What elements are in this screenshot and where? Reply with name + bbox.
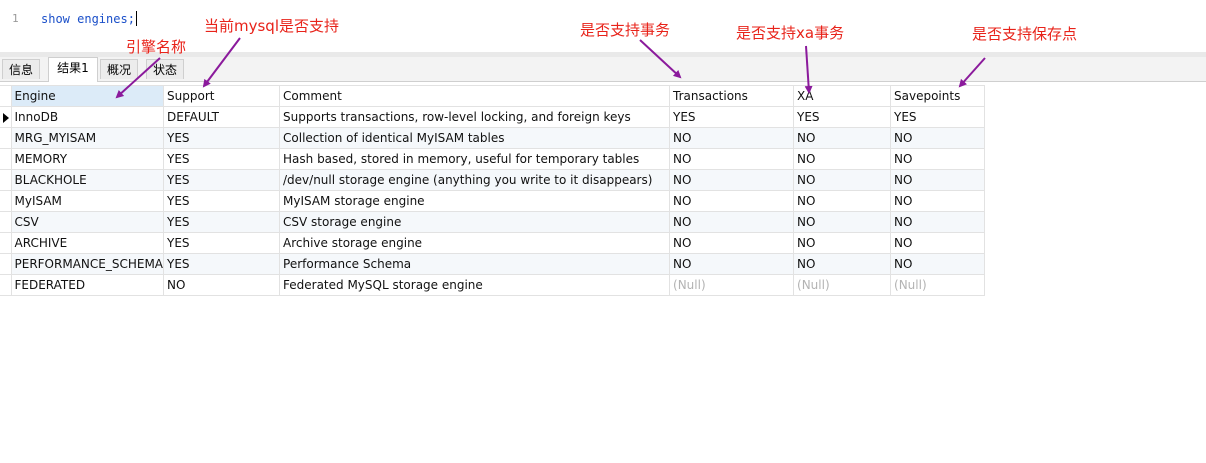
- cell-transactions[interactable]: (Null): [669, 274, 795, 296]
- cell-support[interactable]: YES: [163, 211, 281, 233]
- cell-engine[interactable]: CSV: [10, 211, 165, 233]
- tab-info[interactable]: 信息: [2, 59, 40, 79]
- cell-support[interactable]: YES: [163, 232, 281, 254]
- cell-engine[interactable]: MyISAM: [10, 190, 165, 212]
- header-row: Engine Support Comment Transactions XA S…: [0, 85, 986, 107]
- cell-comment[interactable]: Archive storage engine: [279, 232, 671, 254]
- cell-support[interactable]: DEFAULT: [163, 106, 281, 128]
- cell-transactions[interactable]: YES: [669, 106, 795, 128]
- cell-savepoints[interactable]: NO: [890, 211, 986, 233]
- cell-savepoints[interactable]: NO: [890, 148, 986, 170]
- cell-savepoints[interactable]: (Null): [890, 274, 986, 296]
- column-header-comment[interactable]: Comment: [279, 85, 671, 107]
- column-header-savepoints[interactable]: Savepoints: [890, 85, 986, 107]
- table-row[interactable]: ARCHIVE YES Archive storage engine NO NO…: [0, 232, 986, 254]
- cell-engine[interactable]: BLACKHOLE: [10, 169, 165, 191]
- row-marker: [0, 253, 12, 275]
- cell-comment[interactable]: Performance Schema: [279, 253, 671, 275]
- sql-code-line[interactable]: show engines;: [41, 11, 137, 26]
- annotation-xa: 是否支持xa事务: [736, 24, 845, 42]
- cell-transactions[interactable]: NO: [669, 190, 795, 212]
- cell-comment[interactable]: Federated MySQL storage engine: [279, 274, 671, 296]
- table-row[interactable]: PERFORMANCE_SCHEMA YES Performance Schem…: [0, 253, 986, 275]
- cell-transactions[interactable]: NO: [669, 253, 795, 275]
- cell-savepoints[interactable]: NO: [890, 232, 986, 254]
- cell-support[interactable]: YES: [163, 127, 281, 149]
- line-number: 1: [12, 12, 19, 25]
- cell-transactions[interactable]: NO: [669, 232, 795, 254]
- column-header-support[interactable]: Support: [163, 85, 281, 107]
- annotation-transactions: 是否支持事务: [580, 21, 671, 39]
- row-marker: [0, 190, 12, 212]
- current-row-marker: [0, 106, 12, 128]
- annotation-support: 当前mysql是否支持: [204, 17, 339, 35]
- table-row[interactable]: MRG_MYISAM YES Collection of identical M…: [0, 127, 986, 149]
- cell-support[interactable]: YES: [163, 190, 281, 212]
- text-cursor: [135, 11, 137, 26]
- table-row[interactable]: MEMORY YES Hash based, stored in memory,…: [0, 148, 986, 170]
- cell-savepoints[interactable]: NO: [890, 190, 986, 212]
- table-row[interactable]: BLACKHOLE YES /dev/null storage engine (…: [0, 169, 986, 191]
- cell-xa[interactable]: NO: [793, 127, 892, 149]
- cell-xa[interactable]: NO: [793, 148, 892, 170]
- tab-status[interactable]: 状态: [146, 59, 184, 79]
- cell-engine[interactable]: InnoDB: [10, 106, 165, 128]
- cell-engine[interactable]: FEDERATED: [10, 274, 165, 296]
- row-marker: [0, 148, 12, 170]
- row-selector-header: [0, 85, 12, 107]
- row-marker: [0, 274, 12, 296]
- cell-xa[interactable]: NO: [793, 253, 892, 275]
- result-grid[interactable]: Engine Support Comment Transactions XA S…: [0, 85, 986, 296]
- cell-comment[interactable]: /dev/null storage engine (anything you w…: [279, 169, 671, 191]
- column-header-xa[interactable]: XA: [793, 85, 892, 107]
- cell-support[interactable]: YES: [163, 253, 281, 275]
- cell-engine[interactable]: MEMORY: [10, 148, 165, 170]
- cell-savepoints[interactable]: NO: [890, 127, 986, 149]
- row-marker: [0, 169, 12, 191]
- tab-result-1[interactable]: 结果1: [48, 57, 98, 82]
- cell-transactions[interactable]: NO: [669, 169, 795, 191]
- cell-xa[interactable]: NO: [793, 169, 892, 191]
- cell-xa[interactable]: NO: [793, 190, 892, 212]
- cell-comment[interactable]: Hash based, stored in memory, useful for…: [279, 148, 671, 170]
- cell-comment[interactable]: CSV storage engine: [279, 211, 671, 233]
- result-tab-bar: 信息 结果1 概况 状态: [0, 57, 1206, 82]
- cell-transactions[interactable]: NO: [669, 148, 795, 170]
- cell-xa[interactable]: YES: [793, 106, 892, 128]
- cell-engine[interactable]: ARCHIVE: [10, 232, 165, 254]
- table-row[interactable]: MyISAM YES MyISAM storage engine NO NO N…: [0, 190, 986, 212]
- cell-savepoints[interactable]: NO: [890, 253, 986, 275]
- cell-savepoints[interactable]: NO: [890, 169, 986, 191]
- cell-support[interactable]: NO: [163, 274, 281, 296]
- annotation-savepoints: 是否支持保存点: [972, 25, 1078, 43]
- cell-transactions[interactable]: NO: [669, 211, 795, 233]
- cell-xa[interactable]: NO: [793, 211, 892, 233]
- cell-support[interactable]: YES: [163, 169, 281, 191]
- row-marker: [0, 232, 12, 254]
- cell-xa[interactable]: (Null): [793, 274, 892, 296]
- cell-transactions[interactable]: NO: [669, 127, 795, 149]
- sql-code-text: show engines;: [41, 12, 135, 26]
- annotation-engine-name: 引擎名称: [126, 38, 187, 56]
- tab-profile[interactable]: 概况: [100, 59, 138, 79]
- row-marker: [0, 211, 12, 233]
- cell-comment[interactable]: Supports transactions, row-level locking…: [279, 106, 671, 128]
- cell-support[interactable]: YES: [163, 148, 281, 170]
- result-table: Engine Support Comment Transactions XA S…: [0, 85, 986, 296]
- cell-engine[interactable]: PERFORMANCE_SCHEMA: [10, 253, 165, 275]
- cell-savepoints[interactable]: YES: [890, 106, 986, 128]
- column-header-engine[interactable]: Engine: [10, 85, 165, 107]
- cell-comment[interactable]: Collection of identical MyISAM tables: [279, 127, 671, 149]
- row-marker: [0, 127, 12, 149]
- cell-xa[interactable]: NO: [793, 232, 892, 254]
- table-row[interactable]: CSV YES CSV storage engine NO NO NO: [0, 211, 986, 233]
- current-row-arrow-icon: [3, 112, 9, 123]
- cell-comment[interactable]: MyISAM storage engine: [279, 190, 671, 212]
- cell-engine[interactable]: MRG_MYISAM: [10, 127, 165, 149]
- column-header-transactions[interactable]: Transactions: [669, 85, 795, 107]
- table-row[interactable]: FEDERATED NO Federated MySQL storage eng…: [0, 274, 986, 296]
- table-row[interactable]: InnoDB DEFAULT Supports transactions, ro…: [0, 106, 986, 128]
